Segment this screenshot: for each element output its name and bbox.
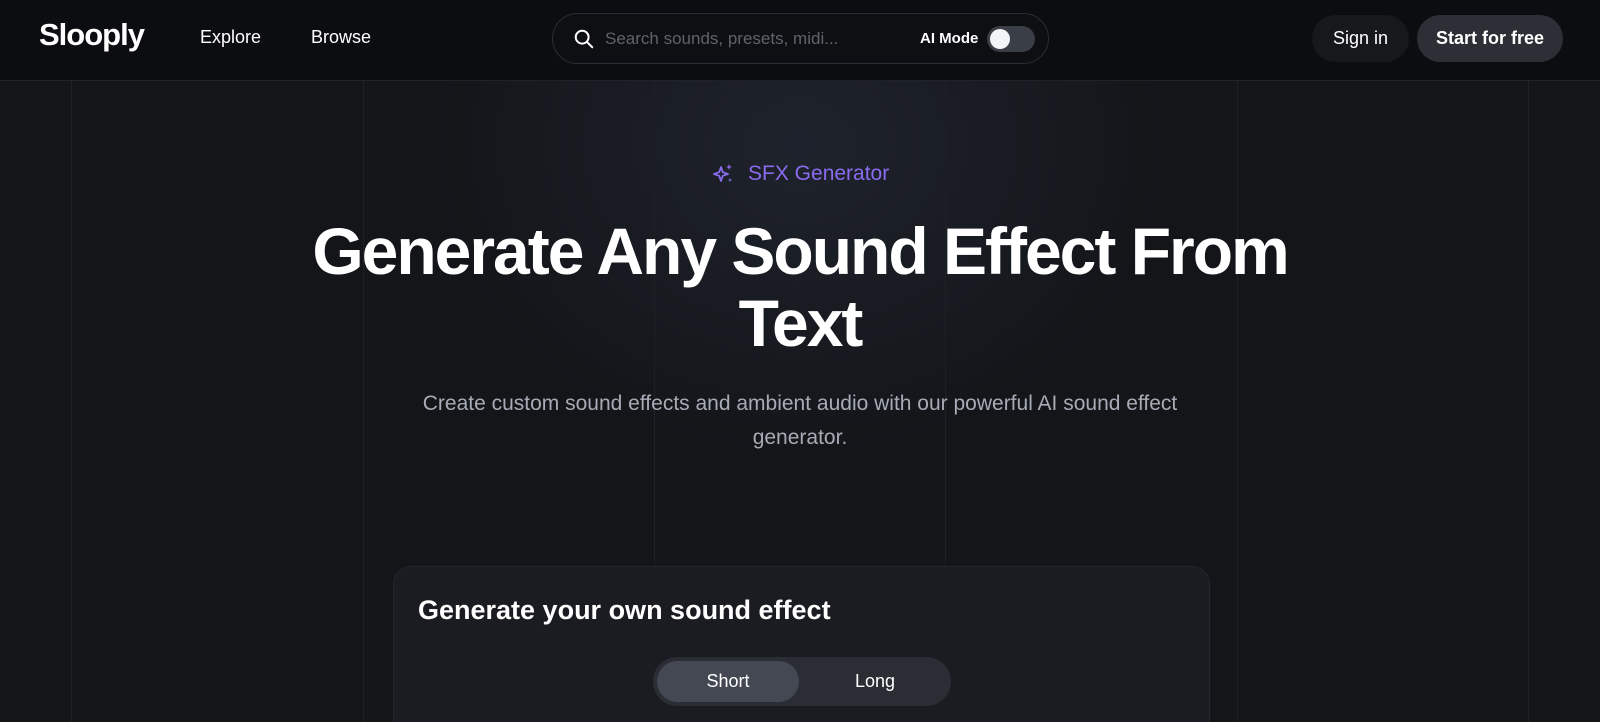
search-icon[interactable] — [573, 28, 595, 50]
page: Slooply Explore Browse AI Mode Sign in S… — [0, 0, 1600, 722]
start-for-free-button[interactable]: Start for free — [1417, 15, 1563, 62]
grid-line — [71, 81, 72, 722]
hero-subtitle: Create custom sound effects and ambient … — [422, 392, 1178, 449]
search-bar: AI Mode — [552, 13, 1049, 64]
ai-mode-toggle[interactable] — [987, 26, 1035, 52]
length-segmented-control: Short Long — [653, 657, 951, 706]
sign-in-button[interactable]: Sign in — [1312, 15, 1409, 62]
top-navbar: Slooply Explore Browse AI Mode Sign in S… — [0, 0, 1600, 81]
sfx-generator-badge: SFX Generator — [711, 160, 889, 188]
grid-line — [1237, 81, 1238, 722]
hero-title: Generate Any Sound Effect From Text — [312, 214, 1289, 360]
nav-browse[interactable]: Browse — [311, 27, 371, 48]
generator-card: Generate your own sound effect Short Lon… — [393, 566, 1210, 722]
search-input[interactable] — [605, 24, 875, 54]
tab-short[interactable]: Short — [657, 661, 799, 702]
tab-long[interactable]: Long — [804, 661, 946, 702]
sparkle-icon — [713, 164, 732, 182]
badge-label: SFX Generator — [748, 162, 890, 185]
ai-mode-label: AI Mode — [920, 30, 979, 47]
logo[interactable]: Slooply — [39, 17, 145, 53]
ai-mode-toggle-knob — [990, 29, 1010, 49]
grid-line — [1528, 81, 1529, 722]
card-title: Generate your own sound effect — [418, 595, 831, 625]
grid-line — [363, 81, 364, 722]
nav-explore[interactable]: Explore — [200, 27, 261, 48]
